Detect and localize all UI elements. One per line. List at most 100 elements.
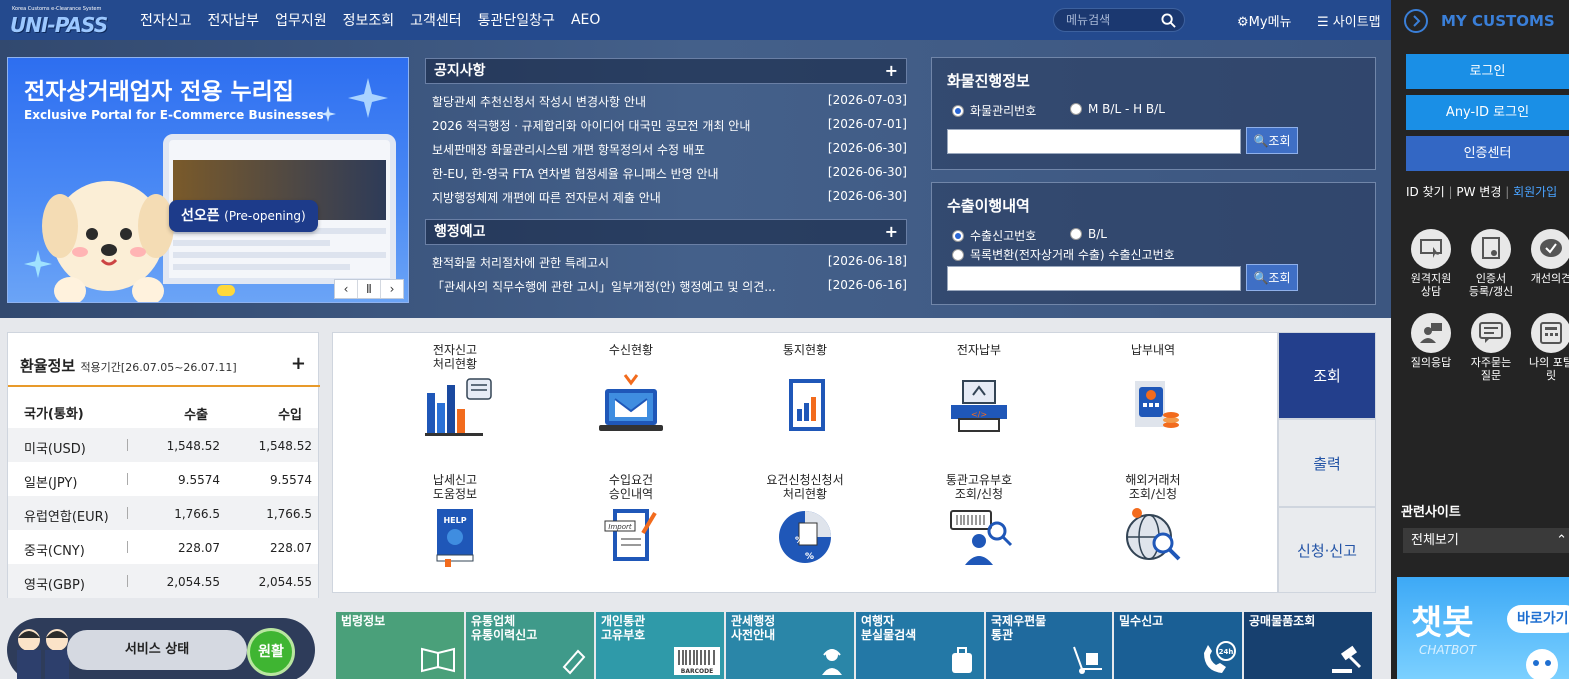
my-menu-button[interactable]: ⚙My메뉴 bbox=[1237, 11, 1292, 30]
item-line1: 나의 포털 bbox=[1529, 356, 1569, 369]
certificate-center-button[interactable]: 인증센터 bbox=[1406, 136, 1569, 171]
service-overseas-partner[interactable]: 해외거래처 조회/신청 bbox=[1093, 473, 1213, 567]
service-e-declaration-status[interactable]: 전자신고 처리현황 bbox=[395, 343, 515, 437]
admin-notice-item[interactable]: 「관세사의 직무수행에 관한 고시」일부개정(안) 행정예고 및 의견... [2… bbox=[432, 278, 907, 298]
bar-chart-icon bbox=[425, 378, 492, 436]
tab-application[interactable]: 신청·신고 bbox=[1278, 507, 1376, 593]
exchange-heading: 환율정보 bbox=[20, 357, 76, 375]
slide-indicator-dot[interactable] bbox=[217, 285, 235, 296]
notice-item[interactable]: 2026 적극행정ㆍ규제합리화 아이디어 대국민 공모전 개최 안내 [2026-… bbox=[432, 117, 907, 137]
item-line1: 인증서 bbox=[1475, 272, 1507, 285]
radio-cargo-number[interactable]: 화물관리번호 bbox=[952, 102, 1036, 119]
tile-lost-items[interactable]: 여행자 분실물검색 bbox=[856, 612, 984, 679]
tile-customs-guide[interactable]: 관세행정 사전안내 bbox=[726, 612, 854, 679]
nav-aeo[interactable]: AEO bbox=[571, 12, 600, 28]
prev-arrow-icon[interactable]: ‹ bbox=[335, 280, 358, 298]
radio-list-conversion[interactable]: 목록변환(전자상거래 수출) 수출신고번호 bbox=[952, 246, 1175, 263]
nav-work-support[interactable]: 업무지원 bbox=[275, 10, 327, 30]
tab-inquiry[interactable]: 조회 bbox=[1278, 332, 1376, 419]
export-record-panel: 수출이행내역 수출신고번호 B/L 목록변환(전자상거래 수출) 수출신고번호 … bbox=[931, 182, 1376, 305]
nav-customer-center[interactable]: 고객센터 bbox=[410, 10, 462, 30]
tile-distribution[interactable]: 유통업체 유통이력신고 bbox=[466, 612, 594, 679]
pause-icon[interactable]: Ⅱ bbox=[358, 280, 381, 298]
search-icon[interactable] bbox=[1161, 13, 1176, 28]
service-payment-history[interactable]: 납부내역 bbox=[1093, 343, 1213, 437]
promo-banner[interactable]: 전자상거래업자 전용 누리집 Exclusive Portal for E-Co… bbox=[7, 57, 409, 303]
find-id-link[interactable]: ID 찾기 bbox=[1406, 185, 1445, 199]
gavel-icon bbox=[1332, 645, 1362, 673]
menu-search-input[interactable] bbox=[1066, 12, 1156, 28]
chatbot-banner[interactable]: 챗봇 CHATBOT 바로가기 bbox=[1397, 577, 1569, 679]
notice-item[interactable]: 지방행정체제 개편에 따른 전자문서 제출 안내 [2026-06-30] bbox=[432, 189, 907, 209]
radio-export-number[interactable]: 수출신고번호 bbox=[952, 227, 1036, 244]
svg-text:%: % bbox=[805, 552, 814, 562]
barcode-caption: BARCODE bbox=[681, 668, 713, 675]
pw-change-link[interactable]: PW 변경 bbox=[1456, 185, 1501, 199]
login-button[interactable]: 로그인 bbox=[1406, 54, 1569, 89]
notice-title: 한-EU, 한-영국 FTA 연차별 협정세율 유니패스 반영 안내 bbox=[432, 167, 719, 181]
service-tax-help[interactable]: 납세신고 도움정보 HELP bbox=[395, 473, 515, 567]
chevron-right-circle-icon[interactable] bbox=[1404, 9, 1428, 33]
notice-item[interactable]: 보세판매장 화물관리시스템 개편 항목정의서 수정 배포 [2026-06-30] bbox=[432, 141, 907, 161]
notice-date: [2026-07-03] bbox=[827, 93, 907, 107]
notice-item[interactable]: 할당관세 추천신청서 작성시 변경사항 안내 [2026-07-03] bbox=[432, 93, 907, 113]
my-portlet-link[interactable]: 나의 포털 릿 bbox=[1521, 313, 1569, 382]
service-customs-code[interactable]: 통관고유부호 조회/신청 bbox=[919, 473, 1039, 567]
radio-export-bl[interactable]: B/L bbox=[1070, 227, 1107, 241]
gear-icon: ⚙ bbox=[1237, 15, 1249, 30]
item-line2: 질문 bbox=[1480, 369, 1502, 382]
join-link[interactable]: 회원가입 bbox=[1513, 185, 1557, 199]
admin-notice-item[interactable]: 환적화물 처리절차에 관한 특례고시 [2026-06-18] bbox=[432, 254, 907, 274]
chatbot-go-button[interactable]: 바로가기 bbox=[1507, 605, 1569, 633]
certificate-renew-link[interactable]: 인증서 등록/갱신 bbox=[1461, 229, 1521, 298]
service-receipt-status[interactable]: 수신현황 bbox=[571, 343, 691, 437]
any-id-login-button[interactable]: Any-ID 로그인 bbox=[1406, 95, 1569, 130]
cargo-search-button[interactable]: 🔍조회 bbox=[1246, 127, 1298, 154]
service-notification-status[interactable]: 통지현황 bbox=[745, 343, 865, 437]
nav-e-declaration[interactable]: 전자신고 bbox=[140, 10, 192, 30]
cargo-search-input[interactable] bbox=[947, 129, 1241, 154]
nav-info-inquiry[interactable]: 정보조회 bbox=[343, 10, 395, 30]
tile-smuggling-report[interactable]: 밀수신고 24h bbox=[1114, 612, 1242, 679]
radio-list-conversion-label: 목록변환(전자상거래 수출) 수출신고번호 bbox=[970, 248, 1175, 262]
service-status-label: 서비스 상태 bbox=[67, 630, 247, 670]
related-sites-select[interactable]: 전체보기 ⌃ bbox=[1403, 528, 1569, 553]
service-e-payment[interactable]: 전자납부 </> bbox=[919, 343, 1039, 437]
tile-personal-code[interactable]: 개인통관 고유부호 BARCODE bbox=[596, 612, 724, 679]
luggage-icon bbox=[952, 647, 972, 673]
qna-link[interactable]: 질의응답 bbox=[1401, 313, 1461, 369]
sitemap-button[interactable]: ☰ 사이트맵 bbox=[1317, 11, 1381, 30]
next-arrow-icon[interactable]: › bbox=[381, 280, 403, 298]
remote-support-link[interactable]: 원격지원 상담 bbox=[1401, 229, 1461, 298]
notice-more-plus-icon[interactable]: + bbox=[885, 59, 898, 83]
radio-bl-number[interactable]: M B/L - H B/L bbox=[1070, 102, 1165, 116]
unipass-logo[interactable]: Korea Customs e-Clearance System UNI-PAS… bbox=[8, 5, 112, 37]
tile-public-sale[interactable]: 공매물품조회 bbox=[1244, 612, 1372, 679]
radio-export-bl-label: B/L bbox=[1088, 227, 1107, 241]
notice-item[interactable]: 한-EU, 한-영국 FTA 연차별 협정세율 유니패스 반영 안내 [2026-… bbox=[432, 165, 907, 185]
improvement-link[interactable]: 개선의견 bbox=[1521, 229, 1569, 285]
export-search-button[interactable]: 🔍조회 bbox=[1246, 264, 1298, 291]
cargo-search-button-label: 조회 bbox=[1268, 134, 1291, 148]
tile-intl-mail[interactable]: 국제우편물 통관 bbox=[986, 612, 1112, 679]
exchange-import: 2,054.55 bbox=[258, 575, 312, 589]
exchange-import: 1,548.52 bbox=[258, 439, 312, 453]
col-country: 국가(통화) bbox=[24, 407, 84, 422]
nav-single-window[interactable]: 통관단일창구 bbox=[478, 10, 555, 30]
tile-line1: 여행자 bbox=[861, 614, 895, 628]
chatbot-robot-image bbox=[1526, 649, 1558, 679]
tab-print[interactable]: 출력 bbox=[1278, 419, 1376, 507]
service-import-approval[interactable]: 수입요건 승인내역 Import bbox=[571, 473, 691, 567]
tile-line2: 통관 bbox=[991, 628, 1014, 642]
exchange-more-plus-icon[interactable]: + bbox=[291, 353, 306, 374]
export-search-input[interactable] bbox=[947, 266, 1241, 291]
exchange-divider bbox=[8, 385, 320, 387]
notice-title: 2026 적극행정ㆍ규제합리화 아이디어 대국민 공모전 개최 안내 bbox=[432, 119, 751, 133]
tile-law-info[interactable]: 법령정보 bbox=[336, 612, 464, 679]
faq-link[interactable]: 자주묻는 질문 bbox=[1461, 313, 1521, 382]
admin-notice-more-plus-icon[interactable]: + bbox=[885, 220, 898, 244]
nav-e-payment[interactable]: 전자납부 bbox=[208, 10, 260, 30]
service-requirement-status[interactable]: 요건신청신청서 처리현황 %% bbox=[745, 473, 865, 567]
my-menu-label: My메뉴 bbox=[1248, 15, 1292, 30]
hand-truck-icon bbox=[1073, 646, 1102, 674]
